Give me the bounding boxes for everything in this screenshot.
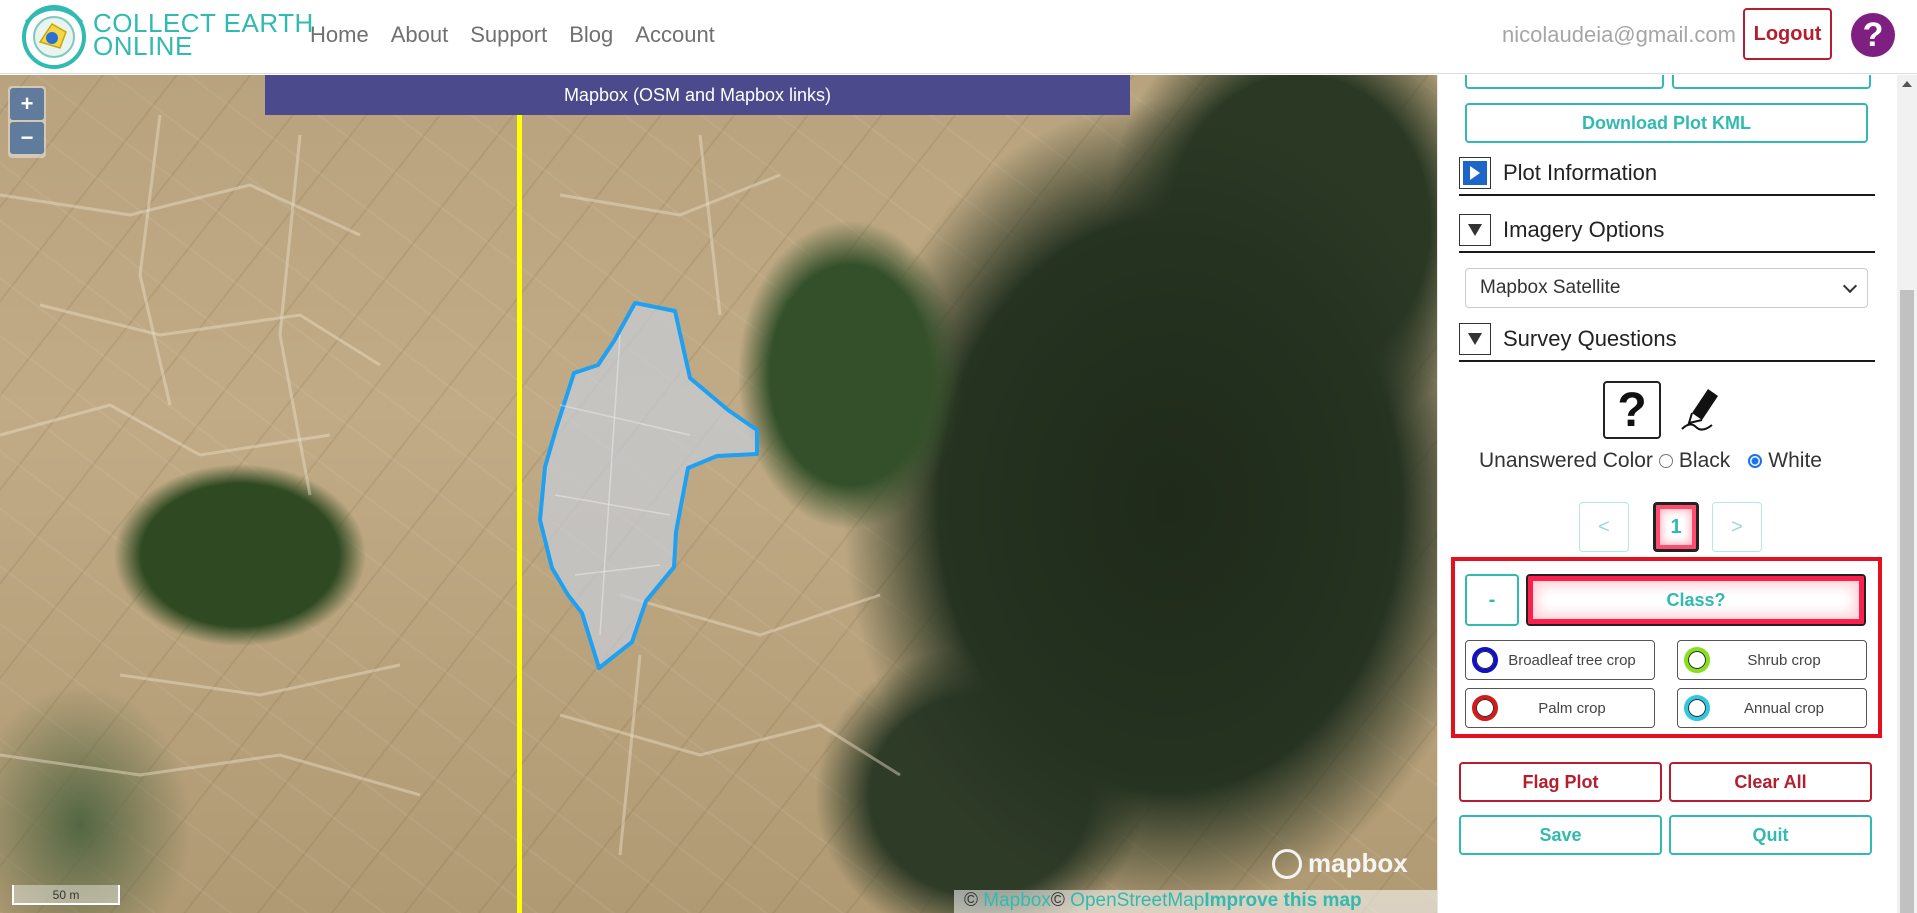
answer-color-dot bbox=[1472, 647, 1498, 673]
chevron-down-icon bbox=[1842, 278, 1858, 294]
answer-label: Shrub crop bbox=[1747, 651, 1821, 669]
flag-plot-button[interactable]: Flag Plot bbox=[1459, 762, 1662, 802]
attribution-osm-link[interactable]: OpenStreetMap bbox=[1070, 890, 1204, 911]
logo-text: COLLECT EARTH ONLINE bbox=[93, 10, 314, 61]
answer-label: Palm crop bbox=[1538, 699, 1606, 717]
prev-question-button[interactable]: < bbox=[1579, 502, 1629, 552]
user-email[interactable]: nicolaudeia@gmail.com bbox=[1502, 22, 1736, 48]
answer-palm-crop[interactable]: Palm crop bbox=[1465, 688, 1655, 728]
zoom-in-button[interactable]: + bbox=[10, 88, 44, 120]
unanswered-color-row: Unanswered Color Black White bbox=[1479, 449, 1822, 473]
imagery-select[interactable]: Mapbox Satellite bbox=[1465, 268, 1868, 308]
nav-home[interactable]: Home bbox=[310, 22, 369, 48]
quit-button[interactable]: Quit bbox=[1669, 815, 1872, 855]
save-button[interactable]: Save bbox=[1459, 815, 1662, 855]
mapbox-logo-text: mapbox bbox=[1308, 848, 1408, 878]
radio-white-label[interactable]: White bbox=[1768, 449, 1822, 473]
survey-questions-title: Survey Questions bbox=[1503, 326, 1677, 351]
collapse-icon[interactable] bbox=[1459, 323, 1491, 355]
radio-black-label[interactable]: Black bbox=[1679, 449, 1730, 473]
nav-support[interactable]: Support bbox=[470, 22, 547, 48]
attribution-copy-1: © bbox=[964, 890, 984, 911]
plot-information-title: Plot Information bbox=[1503, 160, 1658, 185]
answer-color-dot bbox=[1472, 695, 1498, 721]
zoom-out-button[interactable]: − bbox=[10, 122, 44, 154]
draw-pen-icon[interactable] bbox=[1678, 383, 1722, 433]
hidden-top-button-right[interactable] bbox=[1672, 75, 1871, 89]
map-canvas[interactable]: Mapbox (OSM and Mapbox links) + − 50 m m… bbox=[0, 75, 1437, 913]
logout-button[interactable]: Logout bbox=[1743, 8, 1832, 60]
radio-white[interactable] bbox=[1748, 454, 1763, 468]
main-nav: Home About Support Blog Account bbox=[310, 22, 737, 48]
imagery-select-value: Mapbox Satellite bbox=[1480, 277, 1621, 298]
nav-account[interactable]: Account bbox=[635, 22, 715, 48]
download-plot-kml-button[interactable]: Download Plot KML bbox=[1465, 103, 1868, 143]
answer-color-dot bbox=[1684, 695, 1710, 721]
clear-all-button[interactable]: Clear All bbox=[1669, 762, 1872, 802]
answer-broadleaf-tree-crop[interactable]: Broadleaf tree crop bbox=[1465, 640, 1655, 680]
mapbox-logo[interactable]: mapbox bbox=[1272, 848, 1408, 879]
question-mode-icon[interactable]: ? bbox=[1603, 381, 1661, 439]
mapbox-logo-icon bbox=[1272, 848, 1302, 879]
improve-map-link[interactable]: Improve this map bbox=[1204, 890, 1361, 911]
plot-polygon[interactable] bbox=[0, 75, 1437, 913]
top-navbar: COLLECT EARTH ONLINE Home About Support … bbox=[0, 0, 1917, 74]
scale-bar: 50 m bbox=[12, 885, 120, 905]
attribution-mapbox-link[interactable]: Mapbox bbox=[983, 890, 1051, 911]
answer-label: Broadleaf tree crop bbox=[1508, 651, 1636, 669]
help-icon[interactable]: ? bbox=[1851, 13, 1895, 57]
question-page-1[interactable]: 1 bbox=[1653, 502, 1699, 552]
collapse-icon[interactable] bbox=[1459, 214, 1491, 246]
imagery-options-section[interactable]: Imagery Options bbox=[1459, 209, 1875, 253]
map-attribution: © Mapbox© OpenStreetMapImprove this map bbox=[954, 890, 1437, 913]
sidebar-scrollbar[interactable] bbox=[1897, 75, 1917, 913]
next-question-button[interactable]: > bbox=[1712, 502, 1762, 552]
question-class-button[interactable]: Class? bbox=[1526, 574, 1866, 626]
expand-icon[interactable] bbox=[1459, 157, 1491, 189]
scrollbar-thumb[interactable] bbox=[1900, 290, 1914, 913]
survey-questions-section[interactable]: Survey Questions bbox=[1459, 318, 1875, 362]
plot-information-section[interactable]: Plot Information bbox=[1459, 152, 1875, 196]
nav-blog[interactable]: Blog bbox=[569, 22, 613, 48]
answer-shrub-crop[interactable]: Shrub crop bbox=[1677, 640, 1867, 680]
unanswered-color-label: Unanswered Color bbox=[1479, 449, 1653, 472]
collect-earth-logo[interactable] bbox=[18, 2, 90, 70]
nav-about[interactable]: About bbox=[391, 22, 449, 48]
imagery-banner: Mapbox (OSM and Mapbox links) bbox=[265, 75, 1130, 115]
radio-black[interactable] bbox=[1658, 454, 1673, 468]
collapse-question-button[interactable]: - bbox=[1465, 574, 1519, 626]
answer-annual-crop[interactable]: Annual crop bbox=[1677, 688, 1867, 728]
answer-color-dot bbox=[1684, 647, 1710, 673]
answer-label: Annual crop bbox=[1743, 699, 1825, 717]
zoom-control: + − bbox=[8, 86, 46, 158]
scroll-up-icon[interactable] bbox=[1902, 81, 1912, 87]
imagery-options-title: Imagery Options bbox=[1503, 217, 1665, 242]
attribution-copy-2: © bbox=[1050, 890, 1071, 911]
hidden-top-button-left[interactable] bbox=[1465, 75, 1664, 89]
logo-text-line2: ONLINE bbox=[93, 31, 193, 61]
